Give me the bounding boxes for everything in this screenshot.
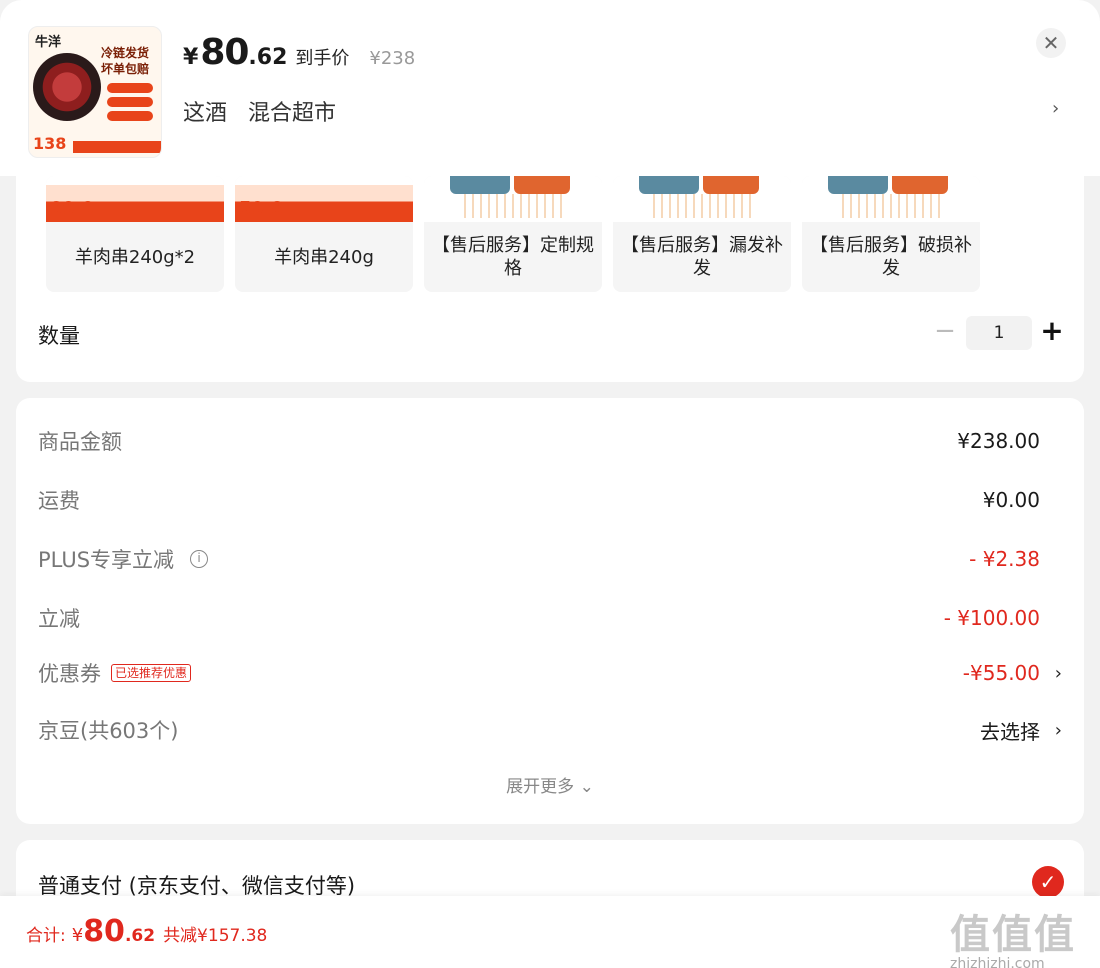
thumbnail-tag bbox=[107, 83, 153, 93]
thumbnail-promo: 冷链发货 坏单包赔 bbox=[101, 45, 149, 77]
spec-item: 这酒 bbox=[183, 101, 228, 126]
option-list: 89.9 羊肉串240g*2 59.8 羊肉串240g 【售后服务】定制规格 【… bbox=[46, 176, 980, 292]
bill-row-goods: 商品金额 ¥238.00 bbox=[38, 424, 1040, 458]
price-main: 80 bbox=[200, 32, 249, 73]
bill-key-text: PLUS专享立减 bbox=[38, 548, 175, 572]
option-item[interactable]: 59.8 羊肉串240g bbox=[235, 176, 413, 292]
option-image bbox=[424, 176, 602, 222]
option-item[interactable]: 89.9 羊肉串240g*2 bbox=[46, 176, 224, 292]
option-item[interactable]: 【售后服务】定制规格 bbox=[424, 176, 602, 292]
bill-value: -¥55.00 bbox=[962, 661, 1040, 685]
service-rays bbox=[653, 194, 753, 218]
option-label: 羊肉串240g*2 bbox=[74, 246, 196, 268]
total-saved: 共减¥157.38 bbox=[163, 926, 268, 946]
meat-plate-image bbox=[33, 53, 101, 121]
service-graphic bbox=[450, 176, 510, 194]
options-card: 89.9 羊肉串240g*2 59.8 羊肉串240g 【售后服务】定制规格 【… bbox=[16, 150, 1084, 382]
spec-item: 混合超市 bbox=[248, 101, 337, 126]
watermark-glyphs: 值值值 bbox=[950, 912, 1076, 958]
total-currency: ¥ bbox=[71, 925, 84, 946]
promo-line-2: 坏单包赔 bbox=[101, 62, 150, 76]
service-graphic bbox=[703, 176, 759, 194]
thumbnail-band bbox=[73, 141, 161, 153]
bill-row-shipping: 运费 ¥0.00 bbox=[38, 483, 1040, 517]
thumbnail-price: 138 bbox=[33, 134, 67, 153]
info-icon[interactable]: i bbox=[190, 550, 209, 568]
thumbnail-brand: 牛洋 bbox=[35, 35, 62, 50]
coupon-tag: 已选推荐优惠 bbox=[111, 664, 192, 682]
option-image: 89.9 bbox=[46, 176, 224, 222]
thumbnail-tag bbox=[107, 97, 153, 107]
bill-value: - ¥100.00 bbox=[943, 606, 1040, 630]
price-suffix: 到手价 bbox=[295, 48, 350, 69]
product-header: 牛洋 冷链发货 坏单包赔 138 ¥ 80 .62 到手价 ¥238 这酒 混合… bbox=[0, 0, 1100, 176]
price-decimal: .62 bbox=[248, 45, 288, 70]
option-image-price: 89.9 bbox=[50, 198, 95, 219]
chevron-right-icon[interactable]: › bbox=[1055, 720, 1062, 741]
bill-key: 优惠券 已选推荐优惠 bbox=[38, 658, 192, 688]
option-item[interactable]: 【售后服务】漏发补发 bbox=[613, 176, 791, 292]
selected-spec[interactable]: 这酒 混合超市 bbox=[183, 95, 336, 127]
chevron-right-icon[interactable]: › bbox=[1055, 663, 1062, 684]
service-graphic bbox=[828, 176, 888, 194]
option-item[interactable]: 【售后服务】破损补发 bbox=[802, 176, 980, 292]
thumbnail-tag bbox=[107, 111, 153, 121]
total-price: 合计: ¥ 80 .62 共减¥157.38 bbox=[26, 914, 267, 949]
total-decimal: .62 bbox=[124, 926, 156, 946]
service-graphic bbox=[639, 176, 699, 194]
quantity-input[interactable]: 1 bbox=[966, 316, 1032, 350]
bill-key: 商品金额 bbox=[38, 430, 122, 454]
bill-key: PLUS专享立减 i bbox=[38, 544, 209, 574]
bill-key: 立减 bbox=[38, 607, 80, 631]
bill-row-instant-discount: 立减 - ¥100.00 bbox=[38, 601, 1040, 635]
option-label: 【售后服务】漏发补发 bbox=[621, 235, 783, 279]
product-thumbnail: 牛洋 冷链发货 坏单包赔 138 bbox=[28, 26, 162, 158]
bill-row-coupon[interactable]: 优惠券 已选推荐优惠 -¥55.00 › bbox=[38, 656, 1062, 690]
original-price: ¥238 bbox=[369, 48, 416, 69]
option-label: 羊肉串240g bbox=[274, 246, 374, 268]
bill-value: ¥0.00 bbox=[982, 488, 1040, 512]
bill-row-jingdou[interactable]: 京豆(共603个) 去选择 › bbox=[38, 713, 1062, 747]
bill-value: - ¥2.38 bbox=[969, 547, 1040, 571]
bill-row-plus-discount: PLUS专享立减 i - ¥2.38 bbox=[38, 542, 1040, 576]
quantity-plus-button[interactable]: + bbox=[1040, 314, 1064, 348]
currency-symbol: ¥ bbox=[183, 45, 199, 70]
quantity-label: 数量 bbox=[38, 324, 80, 348]
bill-value: ¥238.00 bbox=[957, 429, 1040, 453]
bottom-bar: 合计: ¥ 80 .62 共减¥157.38 值值值 zhizhizhi.com bbox=[0, 896, 1100, 968]
option-image: 59.8 bbox=[235, 176, 413, 222]
total-main: 80 bbox=[83, 914, 125, 949]
promo-line-1: 冷链发货 bbox=[101, 46, 150, 60]
service-rays bbox=[464, 194, 564, 218]
bill-value: 去选择 bbox=[980, 719, 1040, 744]
bill-key: 京豆(共603个) bbox=[38, 719, 179, 743]
option-image bbox=[613, 176, 791, 222]
option-label: 【售后服务】定制规格 bbox=[432, 235, 594, 279]
option-image-price: 59.8 bbox=[239, 198, 284, 219]
checkmark-icon[interactable]: ✓ bbox=[1032, 866, 1064, 898]
price-breakdown-card: 商品金额 ¥238.00 运费 ¥0.00 PLUS专享立减 i - ¥2.38… bbox=[16, 398, 1084, 824]
close-icon[interactable]: ✕ bbox=[1036, 28, 1066, 58]
watermark: 值值值 zhizhizhi.com bbox=[950, 902, 1090, 968]
expand-more-button[interactable]: 展开更多 ⌄ bbox=[16, 772, 1084, 797]
option-image bbox=[802, 176, 980, 222]
option-label: 【售后服务】破损补发 bbox=[810, 235, 972, 279]
price-row: ¥ 80 .62 到手价 ¥238 bbox=[183, 32, 415, 73]
service-graphic bbox=[514, 176, 570, 194]
service-rays bbox=[842, 194, 942, 218]
total-label: 合计: bbox=[26, 926, 66, 946]
bill-key-text: 优惠券 bbox=[38, 662, 101, 686]
quantity-minus-button[interactable]: − bbox=[934, 316, 956, 346]
bill-key: 运费 bbox=[38, 489, 80, 513]
service-graphic bbox=[892, 176, 948, 194]
chevron-right-icon[interactable]: › bbox=[1052, 98, 1059, 119]
